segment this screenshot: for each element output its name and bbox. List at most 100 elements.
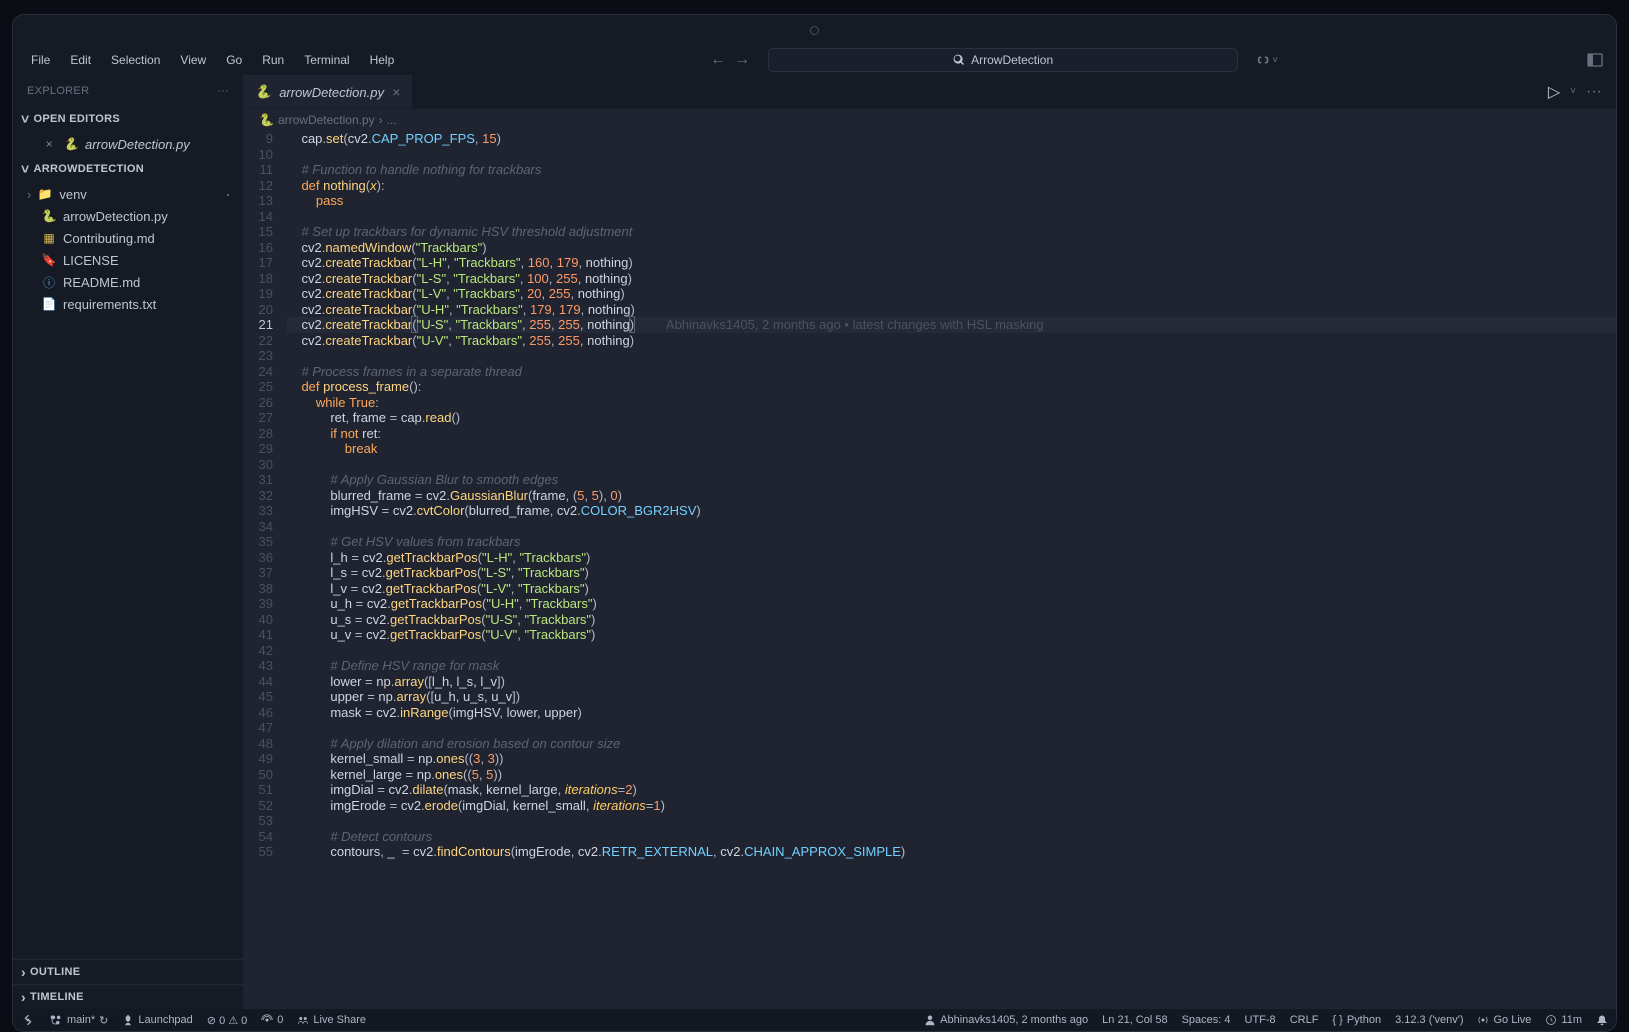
tree-item-label: README.md <box>63 275 140 290</box>
menu-edit[interactable]: Edit <box>62 49 99 71</box>
close-icon[interactable]: × <box>392 84 400 100</box>
layout-panel-icon[interactable] <box>1584 49 1606 71</box>
markdown-icon: ▦ <box>41 230 57 246</box>
git-branch-icon <box>49 1013 63 1027</box>
nav-forward-icon[interactable]: → <box>732 50 752 70</box>
tree-item-label: Contributing.md <box>63 231 155 246</box>
app-window: File Edit Selection View Go Run Terminal… <box>12 14 1617 1032</box>
status-time[interactable]: 11m <box>1545 1014 1582 1026</box>
status-encoding[interactable]: UTF-8 <box>1245 1014 1276 1026</box>
statusbar: main* ↻ Launchpad ⊘ 0 ⚠ 0 0 Live Share A… <box>13 1009 1616 1031</box>
explorer-more-icon[interactable]: ··· <box>217 85 229 97</box>
code-content[interactable]: cap.set(cv2.CAP_PROP_FPS, 15) # Function… <box>287 131 1616 1009</box>
open-editor-item[interactable]: × 🐍 arrowDetection.py <box>13 133 243 155</box>
tree-item-label: venv <box>59 187 86 202</box>
timeline-header[interactable]: › TIMELINE <box>13 984 243 1009</box>
tree-item-requirements[interactable]: 📄 requirements.txt <box>13 293 243 315</box>
close-icon[interactable]: × <box>41 136 57 152</box>
status-launchpad[interactable]: Launchpad <box>122 1014 192 1026</box>
chevron-right-icon: › <box>21 964 26 980</box>
menu-file[interactable]: File <box>23 49 58 71</box>
tree-item-label: arrowDetection.py <box>63 209 168 224</box>
breadcrumb-more: ... <box>387 113 397 127</box>
record-macro-icon <box>810 26 819 35</box>
liveshare-label: Live Share <box>313 1014 366 1026</box>
tree-item-label: LICENSE <box>63 253 119 268</box>
tab-label: arrowDetection.py <box>279 85 384 100</box>
blame-label: Abhinavks1405, 2 months ago <box>940 1014 1088 1026</box>
more-icon[interactable]: ··· <box>1586 83 1602 101</box>
status-golive[interactable]: Go Live <box>1477 1014 1531 1026</box>
sync-icon: ↻ <box>99 1014 108 1027</box>
status-interpreter[interactable]: 3.12.3 ('venv') <box>1395 1014 1463 1026</box>
nav-history: ← → <box>708 50 752 70</box>
status-blame[interactable]: Abhinavks1405, 2 months ago <box>924 1014 1088 1026</box>
status-eol[interactable]: CRLF <box>1290 1014 1319 1026</box>
tree-item-arrowdetection[interactable]: 🐍 arrowDetection.py <box>13 205 243 227</box>
menu-run[interactable]: Run <box>254 49 292 71</box>
status-lncol[interactable]: Ln 21, Col 58 <box>1102 1014 1167 1026</box>
titlebar <box>13 15 1616 45</box>
status-ports[interactable]: 0 <box>261 1014 283 1026</box>
folder-label: ARROWDETECTION <box>33 163 144 175</box>
run-icon[interactable]: ▷ <box>1548 82 1560 102</box>
modified-dot-icon: · <box>225 190 231 198</box>
tree-item-readme[interactable]: ⓘ README.md <box>13 271 243 293</box>
menu-go[interactable]: Go <box>218 49 250 71</box>
text-icon: 📄 <box>41 296 57 312</box>
chevron-down-icon[interactable]: ˅ <box>1570 86 1576 97</box>
radio-icon <box>261 1014 273 1026</box>
chevron-right-icon: › <box>21 989 26 1005</box>
broadcast-icon <box>1477 1014 1489 1026</box>
status-branch[interactable]: main* ↻ <box>49 1013 108 1027</box>
chevron-right-icon: › <box>379 113 383 127</box>
editor-tab[interactable]: 🐍 arrowDetection.py × <box>243 75 412 108</box>
python-icon: 🐍 <box>41 208 57 224</box>
tree-item-label: requirements.txt <box>63 297 156 312</box>
info-icon: ⓘ <box>41 274 57 290</box>
breadcrumb-file: arrowDetection.py <box>278 113 375 127</box>
command-center[interactable]: ArrowDetection <box>768 48 1238 72</box>
status-problems[interactable]: ⊘ 0 ⚠ 0 <box>207 1014 247 1027</box>
menu-view[interactable]: View <box>172 49 214 71</box>
tree-item-contributing[interactable]: ▦ Contributing.md <box>13 227 243 249</box>
ports-label: 0 <box>277 1014 283 1026</box>
code-editor[interactable]: 9101112131415161718192021222324252627282… <box>243 131 1616 1009</box>
timeline-label: TIMELINE <box>30 991 84 1003</box>
branch-label: main* <box>67 1014 95 1026</box>
open-editors-header[interactable]: ˅ OPEN EDITORS <box>13 107 243 131</box>
open-editors-label: OPEN EDITORS <box>33 113 120 125</box>
golive-label: Go Live <box>1493 1014 1531 1026</box>
tree-item-license[interactable]: 🔖 LICENSE <box>13 249 243 271</box>
line-gutter: 9101112131415161718192021222324252627282… <box>243 131 287 1009</box>
breadcrumb[interactable]: 🐍 arrowDetection.py › ... <box>243 109 1616 131</box>
outline-header[interactable]: › OUTLINE <box>13 959 243 984</box>
open-editor-label: arrowDetection.py <box>85 137 190 152</box>
explorer-sidebar: EXPLORER ··· ˅ OPEN EDITORS × 🐍 arrowDet… <box>13 75 243 1009</box>
status-remote-icon[interactable] <box>21 1013 35 1027</box>
nav-back-icon[interactable]: ← <box>708 50 728 70</box>
status-bell-icon[interactable] <box>1596 1014 1608 1026</box>
folder-icon: 📁 <box>37 186 53 202</box>
editor-main: 🐍 arrowDetection.py × ▷ ˅ ··· 🐍 arrowDet… <box>243 75 1616 1009</box>
rocket-icon <box>122 1014 134 1026</box>
menu-selection[interactable]: Selection <box>103 49 168 71</box>
lang-label: Python <box>1347 1014 1381 1026</box>
menu-terminal[interactable]: Terminal <box>296 49 357 71</box>
launchpad-label: Launchpad <box>138 1014 192 1026</box>
status-spaces[interactable]: Spaces: 4 <box>1182 1014 1231 1026</box>
copilot-icon[interactable]: ˅ <box>1256 49 1278 71</box>
folder-header[interactable]: ˅ ARROWDETECTION <box>13 157 243 181</box>
cert-icon: 🔖 <box>41 252 57 268</box>
python-icon: 🐍 <box>259 113 274 127</box>
tree-item-venv[interactable]: › 📁 venv · <box>13 183 243 205</box>
search-icon <box>953 54 965 66</box>
status-lang[interactable]: { } Python <box>1332 1014 1381 1026</box>
menubar: File Edit Selection View Go Run Terminal… <box>13 45 1616 75</box>
chevron-down-icon: ˅ <box>21 111 29 127</box>
menu-help[interactable]: Help <box>362 49 403 71</box>
status-liveshare[interactable]: Live Share <box>297 1014 366 1026</box>
clock-icon <box>1545 1014 1557 1026</box>
time-label: 11m <box>1561 1014 1582 1026</box>
explorer-title: EXPLORER <box>27 85 89 97</box>
